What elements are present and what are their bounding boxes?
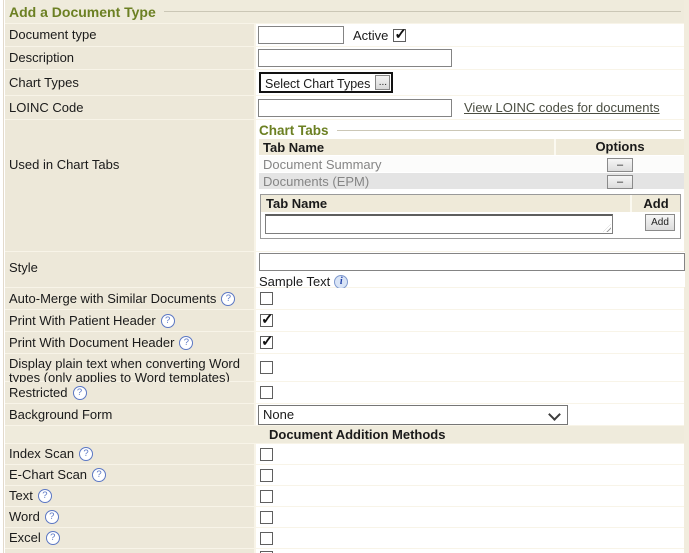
document-addition-methods-header: Document Addition Methods <box>5 426 684 443</box>
help-icon[interactable]: ? <box>38 489 52 503</box>
style-row: Style Sample Text i <box>5 252 684 287</box>
add-column-header: Add <box>630 195 680 212</box>
select-chart-types-text: Select Chart Types <box>261 74 374 91</box>
restricted-label: Restricted <box>9 386 68 400</box>
description-label: Description <box>5 47 254 69</box>
used-in-chart-tabs-row: Used in Chart Tabs Chart Tabs Tab Name O… <box>5 120 684 251</box>
page-title-row: Add a Document Type <box>5 0 684 23</box>
echart-scan-checkbox[interactable]: ✓ <box>260 469 273 482</box>
echart-scan-label: E-Chart Scan <box>9 468 87 482</box>
index-scan-label: Index Scan <box>9 447 74 461</box>
pdf-method-row: PDF ? ✓ <box>5 549 684 553</box>
help-icon[interactable]: ? <box>79 447 93 461</box>
word-method-checkbox[interactable]: ✓ <box>260 511 273 524</box>
restricted-checkbox[interactable]: ✓ <box>260 386 273 399</box>
chart-tabs-rule <box>337 130 681 131</box>
left-border-line <box>3 0 4 553</box>
info-icon[interactable]: i <box>334 275 348 289</box>
check-icon: ✓ <box>261 310 274 328</box>
tab-name-column-header: Tab Name <box>259 140 554 155</box>
display-plain-text-row: Display plain text when converting Word … <box>5 354 684 381</box>
loinc-code-input[interactable] <box>258 99 452 117</box>
excel-method-row: Excel ? ✓ <box>5 528 684 548</box>
print-document-header-label: Print With Document Header <box>9 336 174 350</box>
auto-merge-row: Auto-Merge with Similar Documents ? ✓ <box>5 288 684 309</box>
print-patient-header-checkbox[interactable]: ✓ <box>260 314 273 327</box>
document-type-label: Document type <box>5 24 254 46</box>
auto-merge-checkbox[interactable]: ✓ <box>260 292 273 305</box>
echart-scan-row: E-Chart Scan ? ✓ <box>5 465 684 485</box>
help-icon[interactable]: ? <box>73 386 87 400</box>
excel-method-label: Excel <box>9 531 41 545</box>
document-type-input[interactable] <box>258 26 344 44</box>
check-icon: ✓ <box>394 25 407 43</box>
word-method-label: Word <box>9 510 40 524</box>
help-icon[interactable]: ? <box>45 510 59 524</box>
help-icon[interactable]: ? <box>221 292 235 306</box>
loinc-code-row: LOINC Code View LOINC codes for document… <box>5 96 684 119</box>
restricted-row: Restricted ? ✓ <box>5 382 684 403</box>
print-patient-header-label: Print With Patient Header <box>9 314 156 328</box>
background-form-label: Background Form <box>5 404 254 425</box>
print-document-header-checkbox[interactable]: ✓ <box>260 336 273 349</box>
style-input[interactable] <box>259 253 685 271</box>
add-tab-button[interactable]: Add <box>645 214 675 231</box>
page-title: Add a Document Type <box>9 4 156 20</box>
background-form-selected-value: None <box>263 407 294 422</box>
add-tab-table-header: Tab Name Add <box>261 195 680 212</box>
chart-tabs-section-header: Chart Tabs <box>259 120 684 138</box>
index-scan-checkbox[interactable]: ✓ <box>260 448 273 461</box>
help-icon[interactable]: ? <box>46 531 60 545</box>
excel-method-checkbox[interactable]: ✓ <box>260 532 273 545</box>
chevron-down-icon <box>548 408 561 421</box>
print-document-header-row: Print With Document Header ? ✓ <box>5 332 684 353</box>
display-plain-text-checkbox[interactable]: ✓ <box>260 361 273 374</box>
add-tab-name-column-header: Tab Name <box>261 196 630 211</box>
text-method-label: Text <box>9 489 33 503</box>
table-row: Document Summary – <box>259 156 684 172</box>
tab-name-textarea[interactable] <box>265 214 613 234</box>
description-input[interactable] <box>258 49 452 67</box>
ellipsis-button[interactable]: ... <box>375 75 390 90</box>
view-loinc-codes-link[interactable]: View LOINC codes for documents <box>464 100 660 115</box>
word-method-row: Word ? ✓ <box>5 507 684 527</box>
sample-text-label: Sample Text <box>259 274 330 289</box>
help-icon[interactable]: ? <box>161 314 175 328</box>
chart-tab-name: Document Summary <box>259 157 556 172</box>
chart-tab-name: Documents (EPM) <box>259 174 556 189</box>
form-area: Add a Document Type Document type Active… <box>5 0 684 553</box>
remove-tab-button[interactable]: – <box>607 158 633 172</box>
add-tab-table: Tab Name Add Add <box>260 194 681 239</box>
display-plain-text-label: Display plain text when converting Word … <box>9 357 248 385</box>
chart-types-label: Chart Types <box>5 70 254 95</box>
used-in-chart-tabs-label: Used in Chart Tabs <box>5 120 254 251</box>
help-icon[interactable]: ? <box>92 468 106 482</box>
resize-grip-icon[interactable] <box>603 224 611 232</box>
background-form-select[interactable]: None <box>258 405 568 425</box>
select-chart-types-button[interactable]: Select Chart Types ... <box>259 72 393 93</box>
auto-merge-label: Auto-Merge with Similar Documents <box>9 292 216 306</box>
print-patient-header-row: Print With Patient Header ? ✓ <box>5 310 684 331</box>
style-label: Style <box>5 252 254 287</box>
document-type-row: Document type Active ✓ <box>5 24 684 46</box>
options-column-header: Options <box>554 139 684 155</box>
text-method-row: Text ? ✓ <box>5 486 684 506</box>
chart-tabs-title: Chart Tabs <box>259 123 329 138</box>
chart-tabs-table-header: Tab Name Options <box>259 139 684 155</box>
active-checkbox[interactable]: ✓ <box>393 29 406 42</box>
check-icon: ✓ <box>261 332 274 350</box>
add-document-type-page: Add a Document Type Document type Active… <box>0 0 689 553</box>
active-label: Active <box>353 28 388 43</box>
help-icon[interactable]: ? <box>179 336 193 350</box>
description-row: Description <box>5 47 684 69</box>
background-form-row: Background Form None <box>5 404 684 425</box>
text-method-checkbox[interactable]: ✓ <box>260 490 273 503</box>
loinc-code-label: LOINC Code <box>5 96 254 119</box>
chart-types-row: Chart Types Select Chart Types ... <box>5 70 684 95</box>
index-scan-row: Index Scan ? ✓ <box>5 444 684 464</box>
title-rule <box>164 11 681 12</box>
table-row: Documents (EPM) – <box>259 173 684 189</box>
remove-tab-button[interactable]: – <box>607 175 633 189</box>
